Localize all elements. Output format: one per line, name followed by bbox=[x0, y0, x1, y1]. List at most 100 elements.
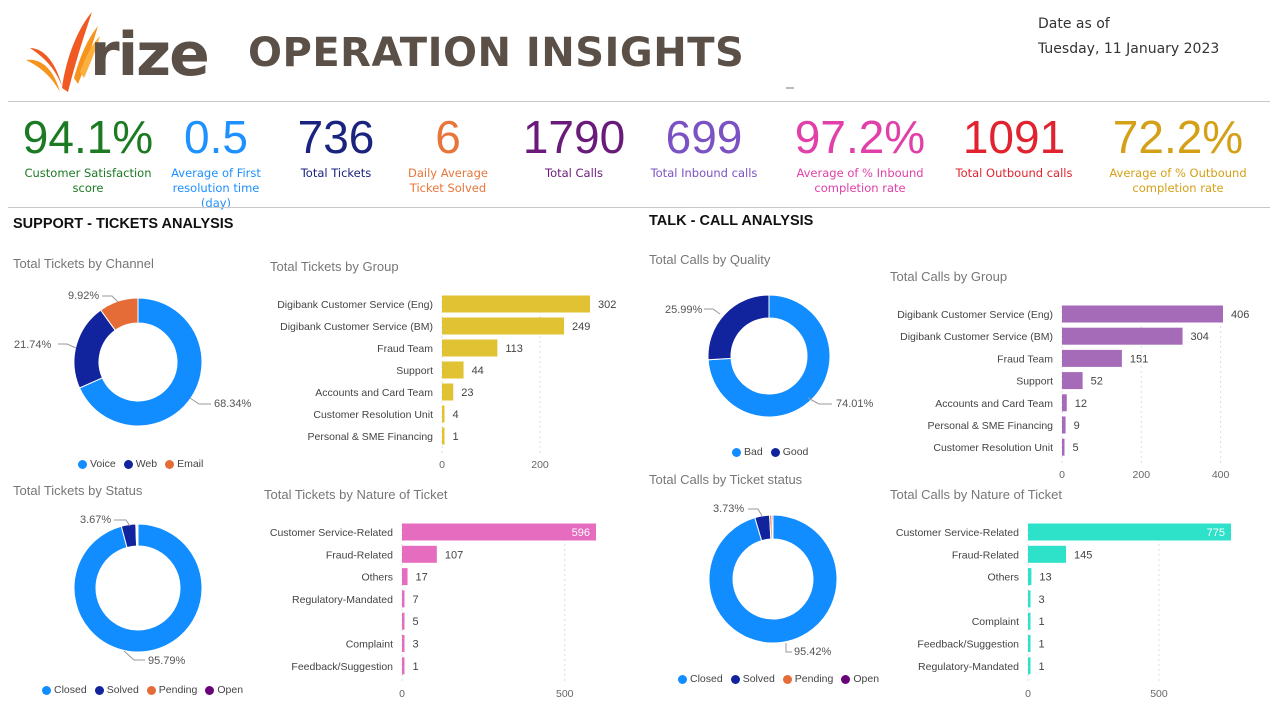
data-label: 596 bbox=[572, 527, 590, 539]
kpi-card: 1790 Total Calls bbox=[519, 112, 629, 181]
section-talk-title: TALK - CALL ANALYSIS bbox=[649, 213, 814, 229]
logo-text: rize bbox=[90, 20, 210, 90]
data-label: 304 bbox=[1191, 331, 1209, 343]
category-label: Support bbox=[1016, 376, 1053, 388]
legend-label: Voice bbox=[90, 458, 116, 470]
bar[interactable] bbox=[442, 427, 445, 445]
bar[interactable] bbox=[1062, 327, 1183, 345]
bar[interactable] bbox=[1028, 523, 1231, 541]
bar[interactable] bbox=[442, 317, 565, 335]
chart-title-tickets-group: Total Tickets by Group bbox=[270, 259, 399, 274]
category-label: Complaint bbox=[972, 616, 1019, 628]
category-label: Fraud Team bbox=[377, 343, 433, 355]
bar[interactable] bbox=[1062, 349, 1122, 367]
bar[interactable] bbox=[442, 383, 454, 401]
legend-label: Closed bbox=[690, 673, 723, 685]
bar[interactable] bbox=[442, 405, 445, 423]
category-label: Support bbox=[396, 365, 433, 377]
kpi-value: 72.2% bbox=[1112, 111, 1244, 163]
legend-item[interactable]: Open bbox=[841, 673, 879, 685]
bar[interactable] bbox=[1028, 612, 1031, 630]
legend-swatch bbox=[770, 447, 780, 457]
date-label: Date as of bbox=[1038, 16, 1110, 32]
legend-item[interactable]: Web bbox=[123, 458, 157, 470]
legend-item[interactable]: Voice bbox=[78, 458, 116, 470]
slice-leader-line bbox=[58, 343, 77, 349]
legend-label: Email bbox=[177, 458, 204, 470]
category-label: Fraud-Related bbox=[326, 549, 393, 561]
bar[interactable] bbox=[402, 635, 405, 652]
legend-tickets-by-channel: Voice Web Email bbox=[78, 458, 203, 470]
kpi-label: Average of % Outbound completion rate bbox=[1109, 166, 1247, 195]
slice-leader-line bbox=[102, 295, 119, 303]
bar[interactable] bbox=[442, 339, 498, 357]
slice-leader-line bbox=[748, 508, 763, 517]
kpi-label: Total Tickets bbox=[300, 166, 372, 180]
chart-title-calls-group: Total Calls by Group bbox=[890, 269, 1008, 284]
kpi-label: Total Inbound calls bbox=[650, 166, 758, 180]
legend-label: Solved bbox=[742, 673, 775, 685]
legend-item[interactable]: Solved bbox=[730, 673, 775, 685]
legend-label: Closed bbox=[54, 684, 87, 696]
bar[interactable] bbox=[1062, 394, 1067, 412]
kpi-card: 699 Total Inbound calls bbox=[644, 112, 764, 181]
data-label: 17 bbox=[416, 572, 428, 584]
legend-item[interactable]: Bad bbox=[732, 446, 763, 458]
legend-swatch bbox=[78, 459, 87, 469]
bar[interactable] bbox=[402, 612, 405, 630]
legend-calls-by-quality: Bad Good bbox=[732, 446, 808, 458]
category-label: Fraud-Related bbox=[952, 549, 1019, 561]
kpi-label: Daily Average Ticket Solved bbox=[408, 166, 488, 195]
data-label: 52 bbox=[1091, 376, 1103, 388]
bar[interactable] bbox=[402, 523, 596, 541]
category-label: Customer Resolution Unit bbox=[313, 409, 433, 421]
legend-item[interactable]: Good bbox=[770, 446, 809, 458]
bar[interactable] bbox=[1028, 590, 1031, 608]
legend-item[interactable]: Email bbox=[165, 458, 203, 470]
legend-swatch bbox=[205, 685, 215, 695]
bar[interactable] bbox=[402, 657, 405, 675]
bar[interactable] bbox=[1028, 568, 1032, 586]
legend-item[interactable]: Solved bbox=[94, 684, 139, 696]
legend-label: Good bbox=[782, 446, 809, 458]
tick-label: 500 bbox=[1150, 688, 1168, 700]
legend-item[interactable]: Pending bbox=[782, 673, 833, 685]
category-label: Customer Service-Related bbox=[896, 527, 1019, 539]
bar[interactable] bbox=[1028, 657, 1031, 675]
kpi-card: 94.1% Customer Satisfaction score bbox=[18, 112, 158, 196]
bar[interactable] bbox=[442, 361, 464, 379]
category-label: Digibank Customer Service (Eng) bbox=[897, 309, 1053, 321]
chart-title-tickets-channel: Total Tickets by Channel bbox=[13, 256, 154, 271]
legend-swatch bbox=[732, 447, 741, 457]
bar[interactable] bbox=[1062, 438, 1065, 456]
legend-swatch bbox=[146, 685, 156, 695]
legend-swatch bbox=[841, 674, 851, 684]
bar[interactable] bbox=[1062, 416, 1066, 434]
donut-slice bbox=[707, 294, 770, 361]
bar[interactable] bbox=[402, 545, 437, 563]
bar[interactable] bbox=[1028, 545, 1066, 563]
legend-label: Bad bbox=[744, 446, 763, 458]
bar[interactable] bbox=[1062, 372, 1083, 390]
data-label: 1 bbox=[1039, 661, 1045, 673]
category-label: Feedback/Suggestion bbox=[291, 661, 393, 673]
bar[interactable] bbox=[402, 590, 405, 608]
bar[interactable] bbox=[402, 568, 408, 586]
legend-swatch bbox=[165, 459, 175, 469]
legend-item[interactable]: Pending bbox=[146, 684, 198, 696]
data-label: 23 bbox=[461, 387, 473, 399]
tick-label: 0 bbox=[1059, 469, 1065, 481]
bar[interactable] bbox=[1028, 635, 1031, 652]
bar[interactable] bbox=[442, 295, 590, 313]
data-label: 5 bbox=[413, 616, 419, 628]
legend-item[interactable]: Closed bbox=[678, 673, 723, 685]
legend-swatch bbox=[123, 459, 133, 469]
slice-label: 3.73% bbox=[713, 503, 744, 515]
legend-item[interactable]: Open bbox=[205, 684, 243, 696]
tick-label: 400 bbox=[1212, 469, 1230, 481]
kpi-value: 699 bbox=[665, 111, 743, 163]
bar[interactable] bbox=[1062, 305, 1223, 323]
legend-label: Pending bbox=[158, 684, 198, 696]
legend-item[interactable]: Closed bbox=[42, 684, 87, 696]
legend-swatch bbox=[678, 674, 687, 684]
